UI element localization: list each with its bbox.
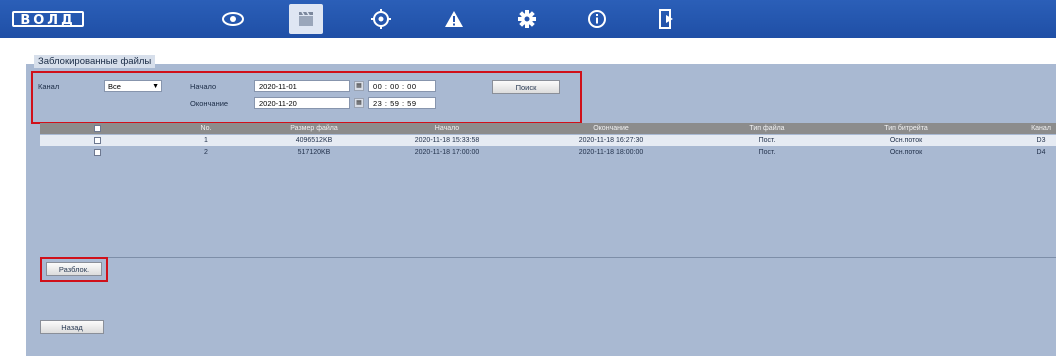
column-header: Размер файла — [290, 125, 338, 132]
filter-highlight-frame — [31, 71, 582, 124]
table-cell: Пост. — [758, 149, 776, 156]
files-table: No. Размер файла Начало Окончание Тип фа… — [40, 123, 1056, 258]
table-cell: 2020-11-18 18:00:00 — [578, 149, 644, 156]
table-row[interactable]: 2 517120KB 2020-11-18 17:00:00 2020-11-1… — [40, 147, 1056, 158]
row-checkbox[interactable] — [94, 137, 101, 144]
info-icon[interactable] — [580, 4, 614, 34]
logout-icon[interactable] — [650, 4, 684, 34]
row-checkbox[interactable] — [94, 149, 101, 156]
table-cell: 2020-11-18 17:00:00 — [414, 149, 480, 156]
top-bar: ВОЛД — [0, 0, 1056, 38]
table-cell: Пост. — [758, 137, 776, 144]
crosshair-icon[interactable] — [364, 4, 398, 34]
unlock-highlight-frame — [40, 257, 108, 282]
column-header: Начало — [434, 125, 460, 132]
eye-icon[interactable] — [216, 4, 250, 34]
table-header: No. Размер файла Начало Окончание Тип фа… — [40, 123, 1056, 134]
column-header: Тип файла — [749, 125, 785, 132]
column-header: Канал — [1031, 125, 1051, 132]
table-cell: 1 — [204, 137, 208, 144]
table-cell: 517120KB — [297, 149, 331, 156]
table-cell: D4 — [1036, 149, 1046, 156]
tab-locked-files[interactable]: Заблокированные файлы — [34, 55, 156, 68]
select-all-checkbox[interactable] — [94, 125, 101, 132]
film-clapper-icon[interactable] — [289, 4, 323, 34]
table-cell: 2020-11-18 16:27:30 — [578, 137, 644, 144]
back-button[interactable]: Назад — [40, 320, 104, 334]
gear-icon[interactable] — [510, 4, 544, 34]
table-cell: D3 — [1036, 137, 1046, 144]
table-cell: 2 — [204, 149, 208, 156]
table-cell: 2020-11-18 15:33:58 — [414, 137, 480, 144]
table-row[interactable]: 1 4096512KB 2020-11-18 15:33:58 2020-11-… — [40, 135, 1056, 146]
table-cell: 4096512KB — [295, 137, 333, 144]
logo: ВОЛД — [12, 11, 84, 28]
table-cell: Осн.поток — [889, 149, 923, 156]
column-header: Тип битрейта — [884, 125, 928, 132]
warning-icon[interactable] — [437, 4, 471, 34]
table-cell: Осн.поток — [889, 137, 923, 144]
column-header: No. — [200, 125, 212, 132]
column-header: Окончание — [593, 125, 629, 132]
